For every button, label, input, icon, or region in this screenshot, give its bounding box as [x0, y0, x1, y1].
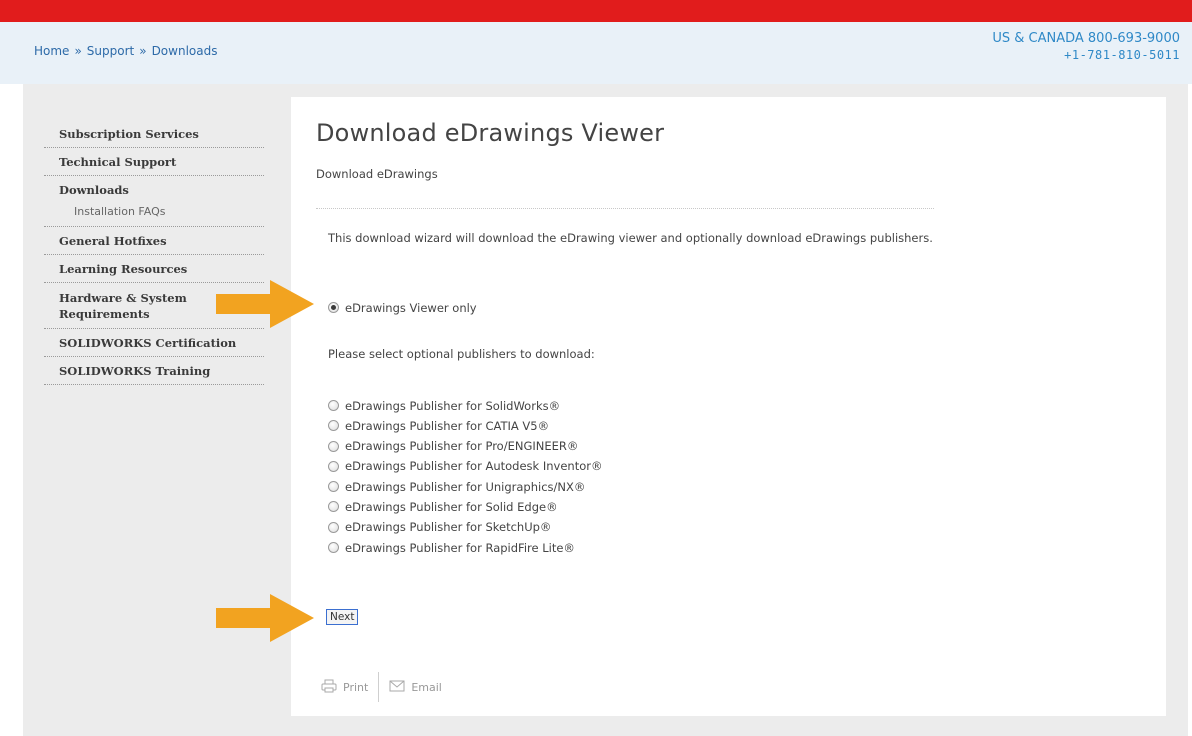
publisher-option-sketchup[interactable]: eDrawings Publisher for SketchUp® — [328, 520, 602, 540]
top-red-bar — [0, 0, 1192, 22]
publisher-list: eDrawings Publisher for SolidWorks® eDra… — [328, 398, 602, 560]
printer-icon — [321, 679, 337, 696]
publisher-radio[interactable] — [328, 420, 339, 432]
publisher-option-pro-engineer[interactable]: eDrawings Publisher for Pro/ENGINEER® — [328, 439, 602, 459]
publisher-radio[interactable] — [328, 521, 339, 533]
envelope-icon — [389, 680, 405, 695]
viewer-only-radio[interactable] — [328, 302, 339, 313]
next-button[interactable]: Next — [326, 609, 359, 625]
publisher-radio[interactable] — [328, 481, 339, 493]
publisher-label: eDrawings Publisher for Autodesk Invento… — [345, 459, 603, 474]
sidebar-item-subscription-services[interactable]: Subscription Services — [44, 120, 264, 148]
page-subtitle: Download eDrawings — [316, 167, 438, 181]
email-link[interactable]: Email — [389, 680, 442, 695]
publisher-option-unigraphics-nx[interactable]: eDrawings Publisher for Unigraphics/NX® — [328, 479, 602, 499]
breadcrumb: Home » Support » Downloads — [34, 44, 217, 58]
sidebar-item-learning-resources[interactable]: Learning Resources — [44, 255, 264, 283]
breadcrumb-home-link[interactable]: Home — [34, 44, 69, 58]
publisher-label: eDrawings Publisher for Unigraphics/NX® — [345, 479, 586, 494]
publisher-label: eDrawings Publisher for SolidWorks® — [345, 398, 561, 413]
phone-us-canada: US & CANADA 800-693-9000 — [992, 31, 1180, 46]
publisher-label: eDrawings Publisher for Solid Edge® — [345, 499, 558, 514]
publisher-option-catia[interactable]: eDrawings Publisher for CATIA V5® — [328, 418, 602, 438]
contact-phone: US & CANADA 800-693-9000 +1-781-810-5011 — [992, 31, 1180, 63]
sidebar-item-downloads[interactable]: Downloads — [44, 176, 264, 199]
publisher-option-autodesk-inventor[interactable]: eDrawings Publisher for Autodesk Invento… — [328, 459, 602, 479]
page-title: Download eDrawings Viewer — [316, 119, 665, 147]
breadcrumb-downloads-link[interactable]: Downloads — [152, 44, 218, 58]
sidebar-item-solidworks-training[interactable]: SOLIDWORKS Training — [44, 357, 264, 385]
arrow-right-icon — [216, 594, 314, 642]
arrow-right-icon — [216, 280, 314, 328]
publisher-radio[interactable] — [328, 501, 339, 513]
publisher-label: eDrawings Publisher for SketchUp® — [345, 520, 552, 535]
breadcrumb-support-link[interactable]: Support — [87, 44, 134, 58]
publisher-label: eDrawings Publisher for Pro/ENGINEER® — [345, 439, 579, 454]
publisher-radio[interactable] — [328, 542, 339, 554]
print-link[interactable]: Print — [321, 679, 368, 696]
sidebar-nav: Subscription Services Technical Support … — [44, 120, 264, 385]
publisher-label: eDrawings Publisher for CATIA V5® — [345, 418, 550, 433]
content-panel: Download eDrawings Viewer Download eDraw… — [291, 97, 1166, 716]
header-bar: Home » Support » Downloads US & CANADA 800-6… — [0, 22, 1192, 84]
viewer-only-option[interactable]: eDrawings Viewer only — [328, 300, 477, 315]
publisher-option-solid-edge[interactable]: eDrawings Publisher for Solid Edge® — [328, 499, 602, 519]
publisher-option-rapidfire-lite[interactable]: eDrawings Publisher for RapidFire Lite® — [328, 540, 602, 560]
publishers-heading: Please select optional publishers to dow… — [328, 347, 595, 361]
divider — [316, 208, 934, 209]
breadcrumb-separator: » — [139, 44, 147, 58]
publisher-radio[interactable] — [328, 460, 339, 472]
viewer-only-label: eDrawings Viewer only — [345, 300, 477, 315]
sidebar-subitem-installation-faqs[interactable]: Installation FAQs — [44, 199, 264, 227]
print-label: Print — [343, 680, 369, 694]
publisher-option-solidworks[interactable]: eDrawings Publisher for SolidWorks® — [328, 398, 602, 418]
phone-international: +1-781-810-5011 — [1064, 48, 1180, 62]
email-label: Email — [411, 680, 442, 694]
intro-text: This download wizard will download the e… — [328, 231, 933, 245]
publisher-radio[interactable] — [328, 400, 339, 411]
publisher-label: eDrawings Publisher for RapidFire Lite® — [345, 540, 575, 555]
actions-divider — [378, 672, 380, 702]
breadcrumb-separator: » — [74, 44, 82, 58]
page-actions: Print Email — [321, 672, 442, 702]
publisher-radio[interactable] — [328, 440, 339, 452]
sidebar-item-general-hotfixes[interactable]: General Hotfixes — [44, 227, 264, 255]
sidebar-item-solidworks-certification[interactable]: SOLIDWORKS Certification — [44, 329, 264, 357]
sidebar-item-technical-support[interactable]: Technical Support — [44, 148, 264, 176]
